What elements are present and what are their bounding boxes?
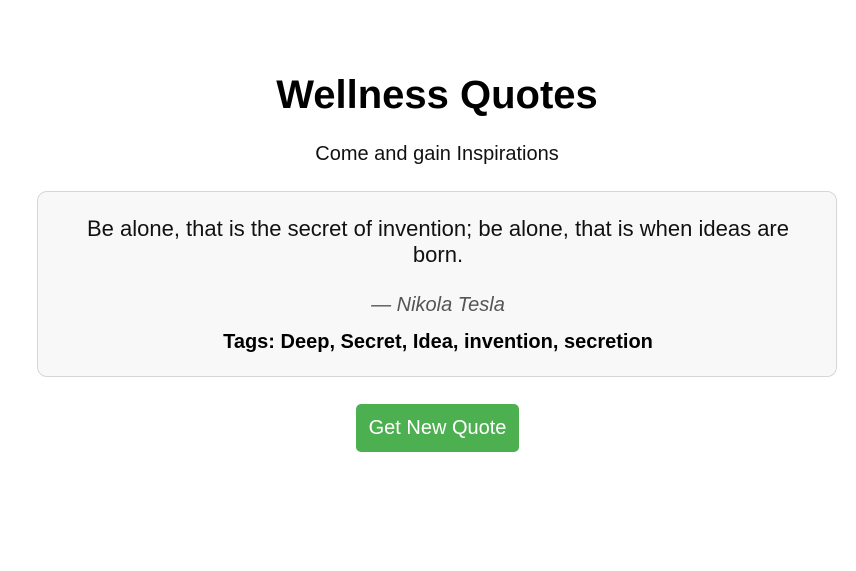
quote-tags: Tags: Deep, Secret, Idea, invention, sec… [38,330,838,354]
quote-card: Be alone, that is the secret of inventio… [37,191,837,377]
get-new-quote-button[interactable]: Get New Quote [356,404,519,452]
page: Wellness Quotes Come and gain Inspiratio… [0,0,856,571]
quote-author: — Nikola Tesla [371,294,505,316]
page-subtitle: Come and gain Inspirations [315,143,559,165]
quote-text: Be alone, that is the secret of inventio… [86,216,789,267]
page-title: Wellness Quotes [276,73,598,117]
tags-list: Deep, Secret, Idea, invention, secretion [280,331,653,353]
tags-label: Tags: [223,331,281,353]
